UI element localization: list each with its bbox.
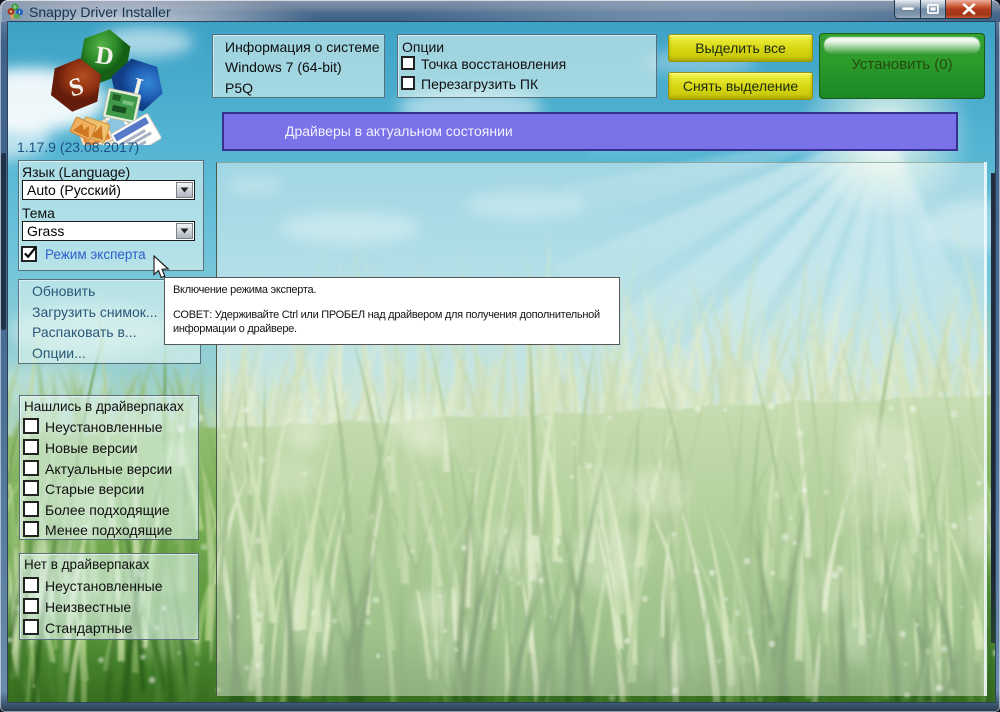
svg-text:D: D [94,42,116,71]
